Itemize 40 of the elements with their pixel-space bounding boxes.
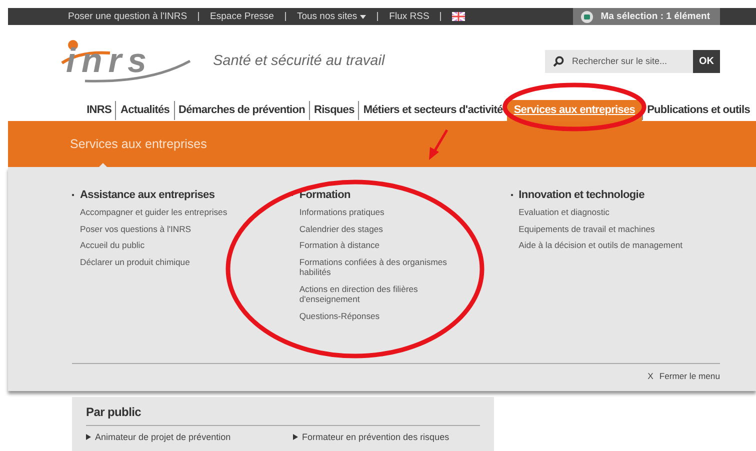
top-bar-dropdown[interactable]: Tous nos sites: [296, 11, 366, 22]
nav-tab[interactable]: Publications et outils: [642, 100, 754, 120]
menu-link[interactable]: Equipements de travail et machines: [510, 220, 687, 237]
annotation-arrow: [429, 129, 448, 160]
close-menu-button[interactable]: X Fermer le menu: [72, 364, 720, 385]
menu-link[interactable]: Aide à la décision et outils de management: [510, 237, 687, 254]
section-title: Services aux entreprises: [70, 137, 207, 151]
nav-tab[interactable]: Démarches de prévention: [174, 100, 309, 120]
audience-link[interactable]: Animateur de projet de prévention: [95, 432, 231, 442]
folder-icon: [580, 10, 593, 22]
menu-link[interactable]: Calendrier des stages: [291, 220, 468, 237]
selection-button[interactable]: Ma sélection : 1 élément: [572, 8, 720, 25]
card-title: Par public: [86, 405, 480, 426]
flag-icon[interactable]: [452, 12, 466, 21]
menu-link[interactable]: Accompagner et guider les entreprises: [72, 204, 248, 220]
top-bar-link[interactable]: Espace Presse: [210, 11, 274, 22]
nav-tab[interactable]: INRS: [82, 100, 116, 120]
nav-tab[interactable]: Risques: [309, 100, 358, 120]
triangle-icon: [293, 434, 298, 440]
top-bar-link[interactable]: Flux RSS: [389, 11, 430, 22]
top-bar-link[interactable]: Poser une question à l'INRS: [68, 11, 188, 22]
search-button[interactable]: OK: [693, 50, 720, 72]
nav-tab[interactable]: Actualités: [115, 100, 174, 120]
site-tagline: Santé et sécurité au travail: [213, 53, 385, 69]
menu-link[interactable]: Actions en direction des filières d'enseignement: [291, 280, 468, 308]
triangle-icon: [86, 434, 91, 440]
menu-link[interactable]: Evaluation et diagnostic: [510, 204, 687, 220]
search-field[interactable]: Rechercher sur le site...: [545, 50, 693, 72]
audience-link[interactable]: Formateur en prévention des risques: [302, 432, 450, 442]
menu-link[interactable]: Informations pratiques: [291, 204, 468, 220]
menu-link[interactable]: Formation à distance: [291, 237, 468, 254]
menu-panel: Assistance aux entreprises Accompagner et guider les entreprises Poser vos questions à l'INRS Accueil du public Déclarer un produit chimique Formation Informations pratiques Calendrier des stages Formation à distance Formations confiées à des organismes habilités Actions en direction des filières d'enseignement Questions-Réponses Innovation et technologie Evaluation et diagnostic Equipements de travail et machines Aide à la décision et outils de management X Fermer le menu: [8, 167, 756, 391]
site-logo[interactable]: inrs: [60, 39, 195, 83]
menu-link[interactable]: Déclarer un produit chimique: [72, 254, 248, 270]
menu-link[interactable]: Formations confiées à des organismes habilités: [291, 254, 468, 280]
menu-link[interactable]: Accueil du public: [72, 237, 248, 254]
menu-link[interactable]: Questions-Réponses: [291, 308, 468, 324]
search-icon: [553, 56, 564, 66]
menu-link[interactable]: Poser vos questions à l'INRS: [72, 220, 248, 237]
caret-icon: [360, 14, 366, 18]
